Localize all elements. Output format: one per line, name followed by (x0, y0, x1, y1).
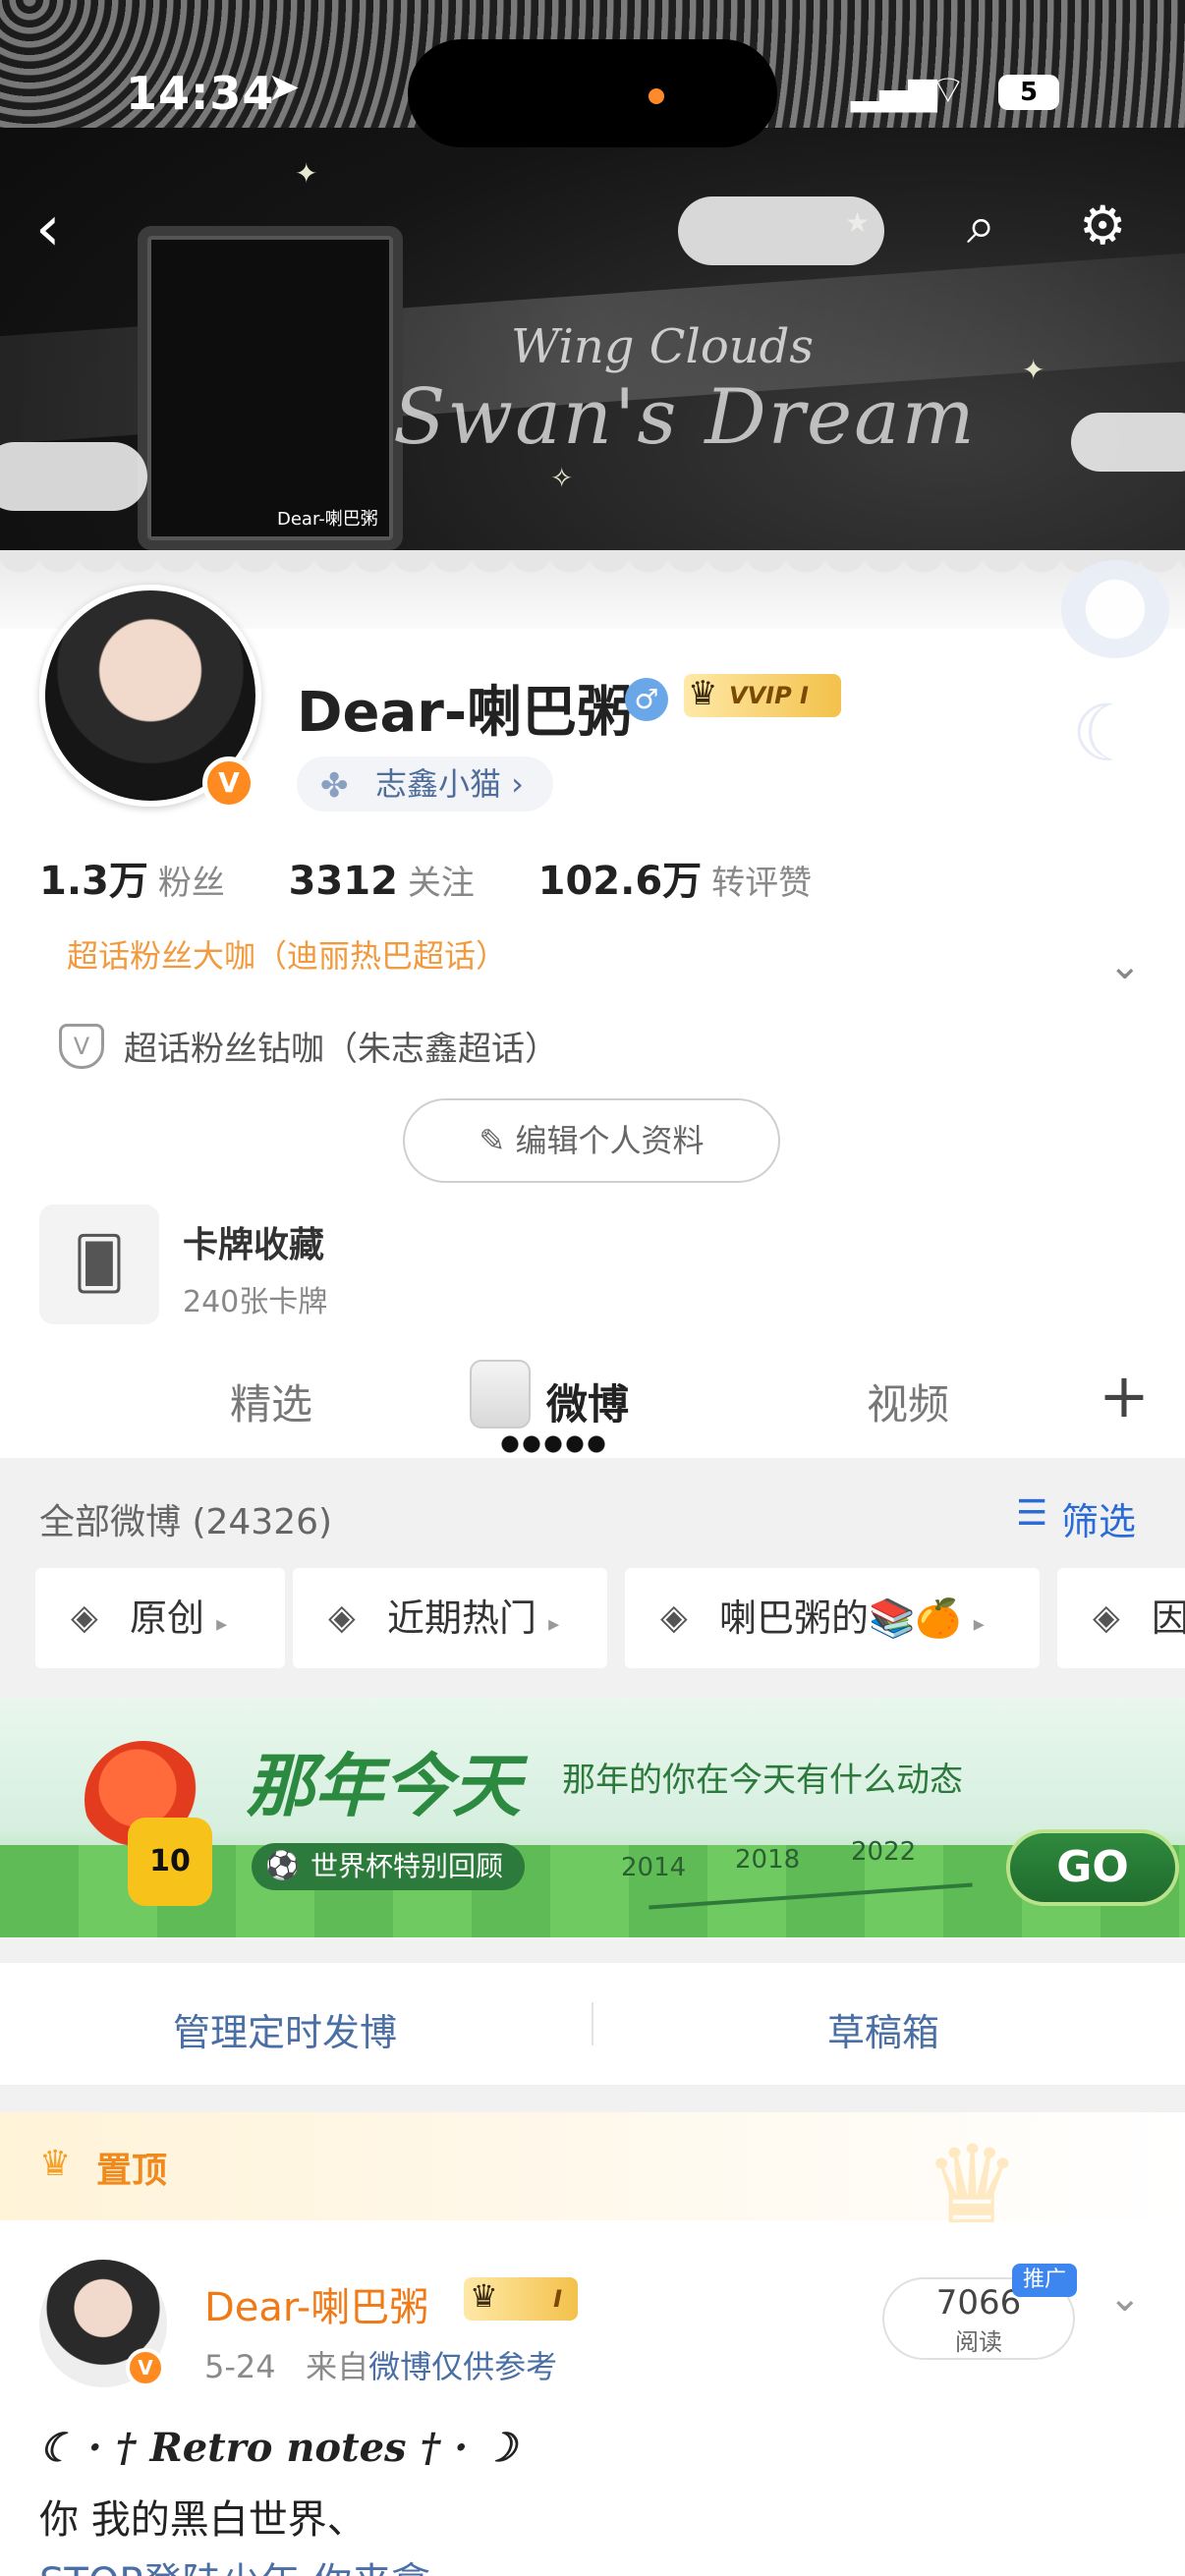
chip-label: 原创 (130, 1596, 205, 1640)
card-collection-count: 240张卡牌 (183, 1285, 328, 1319)
stat-interactions[interactable]: 102.6万 转评赞 (538, 849, 813, 906)
mascot-jersey: 10 (128, 1818, 212, 1906)
shield-icon: V (59, 1024, 104, 1069)
post-source[interactable]: 微博仅供参考 (368, 2348, 557, 2385)
tab-videos[interactable]: 视频 (867, 1372, 949, 1431)
star-icon: ✦ (1022, 354, 1045, 386)
search-icon[interactable]: ⌕ (967, 196, 995, 256)
signal-icon: ▂▄▆ (851, 69, 937, 112)
layers-icon: ◈ (71, 1597, 98, 1638)
tab-active-indicator (499, 1434, 607, 1454)
year-label: 2018 (735, 1845, 801, 1875)
memory-banner-title: 那年今天 (246, 1746, 521, 1826)
chevron-down-icon[interactable]: ⌄ (1108, 2275, 1142, 2321)
pencil-icon: ✎ (479, 1122, 516, 1159)
post-text-line: 你 我的黑白世界、 (39, 2497, 367, 2543)
stat-following[interactable]: 3312 关注 (289, 856, 475, 904)
chevron-down-icon[interactable]: ⌄ (1108, 943, 1142, 988)
memory-banner-subtitle: 那年的你在今天有什么动态 (562, 1761, 963, 1800)
all-posts-count: 全部微博 (24326) (39, 1502, 333, 1542)
settings-icon[interactable]: ⚙ (1079, 195, 1126, 256)
layers-icon: ◈ (660, 1597, 688, 1638)
post-text-line: ☾ · † Retro notes † · ☽ (39, 2425, 518, 2471)
dynamic-island (408, 39, 777, 147)
crown-icon: ♛ (688, 674, 718, 713)
crown-icon: ♛ (470, 2277, 498, 2315)
triangle-right-icon: ▸ (973, 1612, 985, 1637)
promote-badge[interactable]: 推广 (1012, 2264, 1077, 2297)
triangle-right-icon: ▸ (548, 1612, 560, 1637)
layers-icon: ◈ (1093, 1597, 1120, 1638)
banner-caption: Dear-喇巴粥 (277, 509, 378, 530)
profile-name: Dear-喇巴粥 (297, 681, 633, 745)
back-icon[interactable]: ‹ (35, 193, 61, 265)
crown-watermark-icon: ♛ (924, 2122, 1021, 2248)
post-date: 5-24 (204, 2348, 276, 2385)
post-author-name[interactable]: Dear-喇巴粥 (204, 2275, 428, 2332)
card-collection-icon[interactable]: 🂠 (39, 1204, 159, 1324)
chip-label: 喇巴粥的📚🍊 (719, 1596, 962, 1640)
swan-frame-decoration (138, 226, 403, 550)
edit-profile-label: 编辑个人资料 (515, 1122, 705, 1159)
chip-original[interactable]: ◈ 原创 ▸ (35, 1568, 285, 1668)
chip-partial[interactable]: ◈ 因 (1057, 1568, 1185, 1668)
chip-recent-hot[interactable]: ◈ 近期热门 ▸ (293, 1568, 607, 1668)
verified-badge-icon: V (202, 756, 255, 810)
football-icon: ⚽ (265, 1849, 300, 1881)
post-source-prefix: 来自 (306, 2348, 369, 2385)
pinned-label: 置顶 (96, 2151, 168, 2191)
banner-title-swans-dream: Swan's Dream (393, 373, 977, 462)
male-gender-icon: ♂ (625, 678, 668, 721)
read-count-label: 阅读 (955, 2328, 1002, 2356)
filter-icon[interactable]: ☰ (1016, 1493, 1047, 1534)
scheduled-posts-button[interactable]: 管理定时发博 (173, 2002, 397, 2056)
edit-profile-button[interactable]: ✎ 编辑个人资料 (403, 1098, 780, 1183)
cloud-decoration (1071, 413, 1185, 472)
chip-label: 近期热门 (387, 1596, 537, 1640)
cloud-decoration (678, 196, 884, 265)
privacy-indicator (649, 88, 664, 104)
tab-jar-decoration (470, 1360, 531, 1428)
battery-icon: 5 (998, 75, 1059, 110)
layers-icon: ◈ (328, 1597, 356, 1638)
card-collection-title[interactable]: 卡牌收藏 (183, 1216, 324, 1267)
star-icon: ✧ (550, 462, 574, 494)
post-meta: 5-24 来自微博仅供参考 (204, 2342, 557, 2387)
star-icon: ✦ (295, 157, 318, 190)
year-label: 2022 (851, 1837, 917, 1867)
chip-label: 因 (1152, 1596, 1185, 1640)
super-topic-badge-2[interactable]: 超话粉丝钻咖（朱志鑫超话） (124, 1022, 558, 1070)
post-text-line: STOP登陆少年 你来拿 (39, 2550, 430, 2576)
go-button[interactable]: GO (1006, 1829, 1179, 1906)
tab-weibo[interactable]: 微博 (546, 1372, 629, 1431)
stat-followers[interactable]: 1.3万 粉丝 (39, 849, 225, 906)
chip-custom[interactable]: ◈ 喇巴粥的📚🍊 ▸ (625, 1568, 1040, 1668)
filter-button[interactable]: 筛选 (1061, 1491, 1136, 1545)
moon-decoration-icon: ☾ (1071, 688, 1142, 779)
add-tab-icon[interactable]: + (1099, 1360, 1150, 1431)
year-label: 2014 (621, 1853, 687, 1882)
banner-title-wing-clouds: Wing Clouds (511, 319, 814, 374)
profile-stats: 1.3万 粉丝 3312 关注 102.6万 转评赞 (39, 849, 863, 906)
divider (592, 2002, 593, 2045)
verified-badge-icon: V (126, 2348, 165, 2387)
triangle-right-icon: ▸ (216, 1612, 228, 1637)
clover-icon: ✤ (320, 766, 349, 806)
super-topic-badge-1[interactable]: 超话粉丝大咖（迪丽热巴超话） (67, 931, 507, 977)
wifi-icon: ⌔ (930, 68, 967, 113)
drafts-button[interactable]: 草稿箱 (827, 2002, 939, 2056)
crystal-ball-decoration (1061, 560, 1169, 658)
tab-featured[interactable]: 精选 (230, 1372, 312, 1431)
status-time: 14:34 (126, 67, 275, 120)
crown-icon: ♛ (39, 2144, 72, 2184)
cloud-decoration (0, 442, 147, 511)
location-arrow-icon: ➤ (267, 65, 301, 110)
